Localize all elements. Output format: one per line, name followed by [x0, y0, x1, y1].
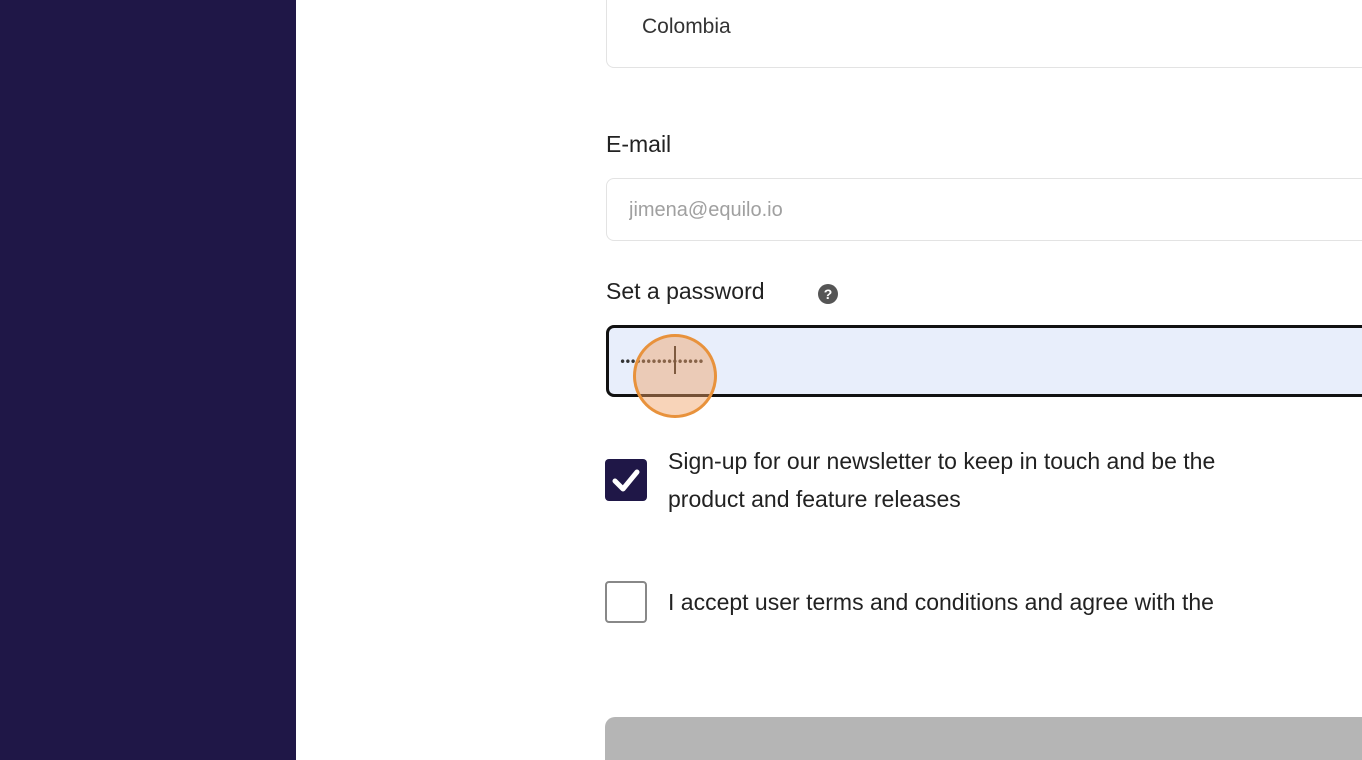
country-value: Colombia: [642, 15, 731, 38]
email-field-container: [606, 178, 1362, 242]
email-field[interactable]: [627, 179, 1362, 242]
password-label: Set a password: [606, 278, 765, 304]
submit-button[interactable]: [605, 717, 1362, 760]
password-field-container: [606, 325, 1362, 397]
newsletter-text: Sign-up for our newsletter to keep in to…: [668, 442, 1215, 518]
newsletter-text-line2: product and feature releases: [668, 486, 961, 512]
sidebar-panel: [0, 0, 296, 760]
email-label: E-mail: [606, 131, 672, 157]
newsletter-text-line1: Sign-up for our newsletter to keep in to…: [668, 448, 1216, 474]
signup-form-panel: Colombia E-mail Set a password ? Sign-up…: [296, 0, 1362, 760]
newsletter-checkbox[interactable]: [605, 459, 647, 501]
terms-checkbox[interactable]: [605, 581, 647, 623]
country-select[interactable]: Colombia: [606, 0, 1362, 68]
click-indicator: [633, 334, 717, 418]
question-circle-icon[interactable]: ?: [818, 284, 838, 304]
terms-text: I accept user terms and conditions and a…: [668, 589, 1214, 615]
checkmark-icon: [612, 469, 640, 492]
password-field[interactable]: [617, 328, 1361, 396]
